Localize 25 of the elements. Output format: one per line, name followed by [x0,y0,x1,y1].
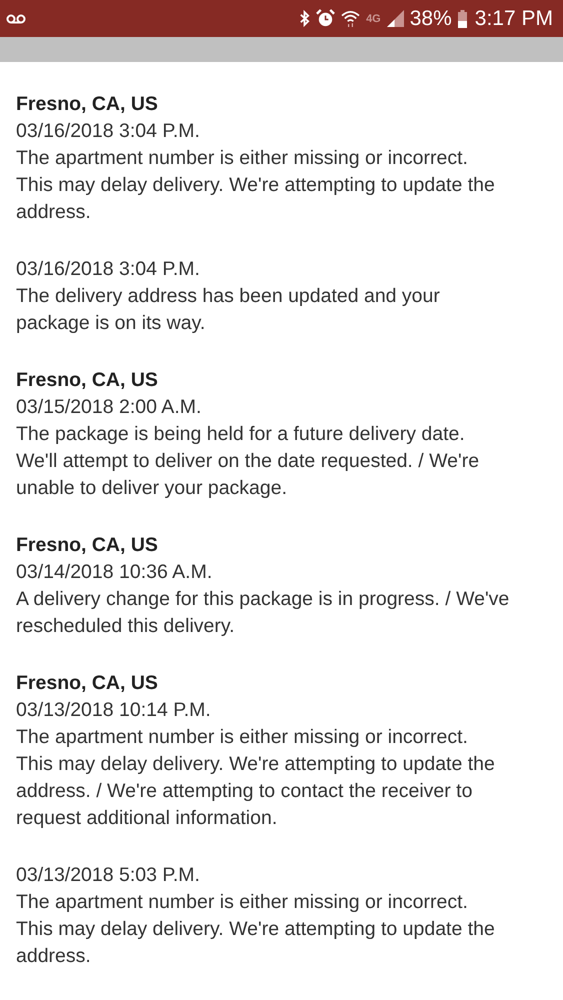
event-description: The apartment number is either missing or incorrect. This may delay delivery. We're attempting to update the address. / We're attempting to contact the receiver to request additional information. [16,725,496,831]
voicemail-icon [6,14,26,24]
event-location: Fresno, CA, US [16,92,159,117]
event-description: The apartment number is either missing or incorrect. This may delay delivery. We're attempting to update the address. [16,146,496,225]
bluetooth-icon [299,10,310,27]
clock-time: 3:17 PM [474,6,553,30]
event-datetime: 03/16/2018 3:04 P.M. [16,119,201,144]
event-location: Fresno, CA, US [16,368,159,393]
event-datetime: 03/16/2018 3:04 P.M. [16,257,201,282]
event-description: The package is being held for a future delivery date. We'll attempt to deliver on the date requested. / We're unable to deliver your package. [16,422,480,501]
event-datetime: 03/14/2018 10:36 A.M. [16,560,214,585]
event-datetime: 03/15/2018 2:00 A.M. [16,395,202,420]
event-datetime: 03/13/2018 10:14 P.M. [16,698,212,723]
battery-percent: 38% [410,6,452,30]
wifi-icon [341,10,360,27]
event-description: A delivery change for this package is in progress. / We've rescheduled this delivery. [16,587,510,639]
signal-icon [386,10,404,27]
alarm-icon [316,9,336,28]
event-location: Fresno, CA, US [16,671,159,696]
event-datetime: 03/13/2018 5:03 P.M. [16,863,201,888]
battery-icon [458,10,467,28]
event-description: The delivery address has been updated and your package is on its way. [16,284,441,336]
event-location: Fresno, CA, US [16,533,159,558]
network-type: 4G [366,12,381,24]
event-description: The apartment number is either missing or incorrect. This may delay delivery. We're attempting to update the address. [16,890,496,969]
